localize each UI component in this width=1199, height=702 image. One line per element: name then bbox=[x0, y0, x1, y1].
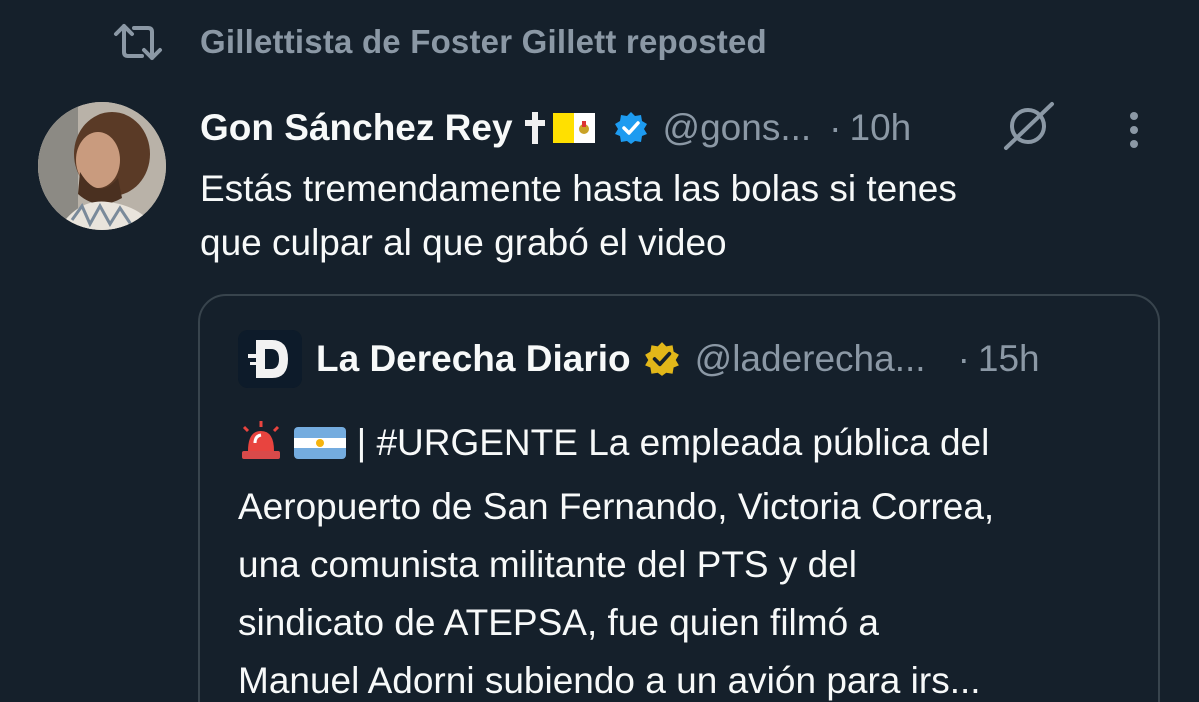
argentina-flag-emoji bbox=[294, 420, 347, 478]
quoted-tweet-card[interactable]: La Derecha Diario @laderecha... · 15h | … bbox=[198, 294, 1160, 702]
quoted-tweet-text[interactable]: | #URGENTE La empleada pública del Aerop… bbox=[238, 414, 1138, 702]
quoted-tweet-header: La Derecha Diario @laderecha... · 15h bbox=[238, 330, 1138, 388]
quoted-author-name[interactable]: La Derecha Diario bbox=[316, 338, 631, 380]
quoted-text-line-5: Manuel Adorni subiendo a un avión para i… bbox=[238, 660, 981, 701]
verified-badge-icon[interactable] bbox=[613, 110, 649, 146]
quoted-tweet-timestamp[interactable]: 15h bbox=[978, 338, 1040, 380]
timeline-item[interactable]: Gillettista de Foster Gillett reposted G… bbox=[0, 0, 1199, 702]
tweet-text-line: Estás tremendamente hasta las bolas si t… bbox=[200, 168, 957, 209]
police-light-emoji bbox=[238, 420, 284, 478]
repost-label[interactable]: Gillettista de Foster Gillett reposted bbox=[200, 23, 767, 61]
repost-indicator[interactable]: Gillettista de Foster Gillett reposted bbox=[112, 18, 767, 66]
quoted-text-line-1: | #URGENTE La empleada pública del bbox=[356, 422, 990, 463]
separator-dot: · bbox=[829, 107, 842, 148]
more-options-icon[interactable] bbox=[1122, 106, 1146, 154]
quoted-text-line-3: una comunista militante del PTS y del bbox=[238, 544, 858, 585]
author-avatar[interactable] bbox=[38, 102, 166, 230]
quoted-text-line-2: Aeropuerto de San Fernando, Victoria Cor… bbox=[238, 486, 995, 527]
author-handle[interactable]: @gons... bbox=[663, 107, 812, 149]
vatican-flag-emoji bbox=[552, 111, 595, 145]
tweet-header: Gon Sánchez Rey @gons... · 10h bbox=[200, 100, 1180, 156]
latin-cross-emoji bbox=[523, 110, 547, 146]
author-name[interactable]: Gon Sánchez Rey bbox=[200, 107, 513, 149]
tweet-text[interactable]: Estás tremendamente hasta las bolas si t… bbox=[200, 162, 1160, 270]
quoted-text-line: | #URGENTE La empleada pública del bbox=[238, 414, 1138, 478]
tweet-text-line: que culpar al que grabó el video bbox=[200, 222, 727, 263]
grok-icon[interactable] bbox=[1000, 100, 1058, 154]
tweet-timestamp[interactable]: 10h bbox=[850, 107, 912, 149]
gold-verified-badge-icon[interactable] bbox=[643, 340, 681, 378]
quoted-author-avatar[interactable] bbox=[238, 330, 302, 388]
repost-icon bbox=[112, 22, 164, 62]
quoted-author-handle[interactable]: @laderecha... bbox=[695, 338, 926, 380]
separator-dot: · bbox=[957, 338, 970, 379]
quoted-text-line-4: sindicato de ATEPSA, fue quien filmó a bbox=[238, 602, 880, 643]
